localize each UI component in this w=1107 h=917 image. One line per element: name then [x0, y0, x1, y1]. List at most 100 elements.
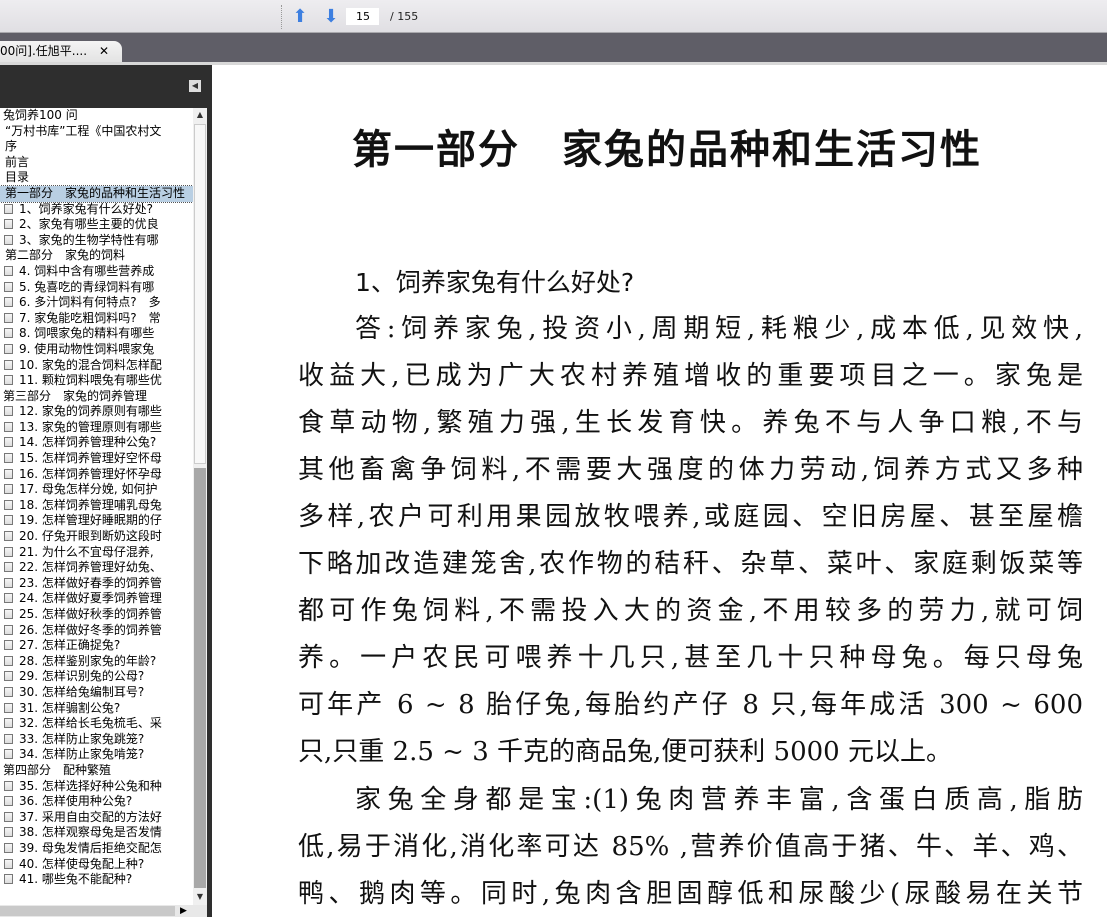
outline-item[interactable]: 29. 怎样识别兔的公母? [0, 669, 193, 685]
question-heading: 1、饲养家兔有什么好处? [355, 268, 635, 297]
outline-item[interactable]: 11. 颗粒饲料喂兔有哪些优 [0, 373, 193, 389]
page-icon [4, 749, 13, 760]
outline-horizontal-scrollbar[interactable]: ▶ [0, 905, 207, 917]
outline-item[interactable]: 41. 哪些兔不能配种? [0, 872, 193, 888]
outline-item[interactable]: 8. 饲喂家兔的精料有哪些 [0, 326, 193, 342]
outline-item[interactable]: 目录 [0, 170, 193, 186]
outline-item[interactable]: 27. 怎样正确捉兔? [0, 638, 193, 654]
outline-item[interactable]: “万村书库”工程《中国农村文 [0, 124, 193, 140]
outline-item[interactable]: 第一部分 家兔的品种和生活习性 [0, 184, 193, 203]
outline-item[interactable]: 18. 怎样饲养管理哺乳母兔 [0, 498, 193, 514]
outline-item-label: 41. 哪些兔不能配种? [19, 872, 133, 887]
outline-item[interactable]: 20. 仔兔开眼到断奶这段时 [0, 529, 193, 545]
outline-item-label: 27. 怎样正确捉兔? [19, 638, 121, 653]
outline-vertical-scrollbar[interactable]: ▲ ▼ [193, 108, 207, 905]
outline-item[interactable]: 5. 兔喜吃的青绿饲料有哪 [0, 280, 193, 296]
scrollbar-track[interactable] [194, 468, 206, 888]
outline-item[interactable]: 21. 为什么不宜母仔混养, [0, 545, 193, 561]
page-icon [4, 811, 13, 822]
outline-item[interactable]: 序 [0, 139, 193, 155]
outline-item[interactable]: 15. 怎样饲养管理好空怀母 [0, 451, 193, 467]
outline-item[interactable]: 2、家兔有哪些主要的优良 [0, 217, 193, 233]
document-tab[interactable]: 00问].任旭平.... ✕ [0, 41, 122, 63]
page-icon [4, 515, 13, 526]
page-icon [4, 406, 13, 417]
outline-item[interactable]: 35. 怎样选择好种公兔和种 [0, 779, 193, 795]
outline-item-label: 30. 怎样给兔编制耳号? [19, 684, 145, 699]
scroll-down-icon[interactable]: ▼ [193, 890, 207, 904]
outline-item-label: 9. 使用动物性饲料喂家兔 [19, 341, 155, 356]
body-text-line: 收益大,已成为广大农村养殖增收的重要项目之一。家兔是 [298, 361, 1083, 391]
outline-item[interactable]: 33. 怎样防止家兔跳笼? [0, 732, 193, 748]
outline-item[interactable]: 1、饲养家兔有什么好处? [0, 202, 193, 218]
outline-item-label: 34. 怎样防止家兔啃笼? [19, 747, 145, 762]
outline-item-label: 5. 兔喜吃的青绿饲料有哪 [19, 279, 155, 294]
outline-item[interactable]: 16. 怎样饲养管理好怀孕母 [0, 467, 193, 483]
collapse-sidebar-icon[interactable]: ◀ [189, 80, 201, 92]
outline-item[interactable]: 4. 饲料中含有哪些营养成 [0, 264, 193, 280]
outline-item-label: 13. 家兔的管理原则有哪些 [19, 419, 162, 434]
page-total: / 155 [390, 10, 419, 23]
scrollbar-thumb[interactable] [194, 124, 206, 464]
outline-item[interactable]: 13. 家兔的管理原则有哪些 [0, 420, 193, 436]
page-icon [4, 780, 13, 791]
toolbar: ⬆ ⬇ / 155 [0, 0, 1107, 33]
outline-item[interactable]: 7. 家兔能吃粗饲料吗? 常 [0, 311, 193, 327]
outline-item-label: 33. 怎样防止家兔跳笼? [19, 731, 145, 746]
outline-item[interactable]: 40. 怎样使母兔配上种? [0, 857, 193, 873]
outline-item[interactable]: 36. 怎样使用种公兔? [0, 794, 193, 810]
page-icon [4, 484, 13, 495]
outline-item[interactable]: 19. 怎样管理好睡眠期的仔 [0, 513, 193, 529]
outline-item[interactable]: 26. 怎样做好冬季的饲养管 [0, 623, 193, 639]
scroll-up-icon[interactable]: ▲ [193, 108, 207, 122]
outline-item[interactable]: 第三部分 家兔的饲养管理 [0, 389, 193, 405]
close-tab-icon[interactable]: ✕ [99, 41, 109, 61]
body-text-line: 可年产 6 ~ 8 胎仔兔,每胎约产仔 8 只,每年成活 300 ~ 600 [298, 690, 1083, 720]
outline-item[interactable]: 28. 怎样鉴别家兔的年龄? [0, 654, 193, 670]
outline-item[interactable]: 23. 怎样做好春季的饲养管 [0, 576, 193, 592]
outline-item[interactable]: 第四部分 配种繁殖 [0, 763, 193, 779]
outline-item-label: 35. 怎样选择好种公兔和种 [19, 778, 162, 793]
outline-item[interactable]: 32. 怎样给长毛兔梳毛、采 [0, 716, 193, 732]
page-icon [4, 234, 13, 245]
sidebar-header: ◀ [0, 65, 207, 108]
outline-item[interactable]: 3、家兔的生物学特性有哪 [0, 233, 193, 249]
outline-item[interactable]: 24. 怎样做好夏季饲养管理 [0, 591, 193, 607]
outline-item-label: 15. 怎样饲养管理好空怀母 [19, 451, 162, 466]
outline-item[interactable]: 34. 怎样防止家兔啃笼? [0, 747, 193, 763]
page-icon [4, 421, 13, 432]
scroll-right-icon[interactable]: ▶ [180, 905, 187, 917]
page-icon [4, 359, 13, 370]
outline-item[interactable]: 25. 怎样做好秋季的饲养管 [0, 607, 193, 623]
outline-item[interactable]: 39. 母兔发情后拒绝交配怎 [0, 841, 193, 857]
page-icon [4, 453, 13, 464]
page-icon [4, 468, 13, 479]
outline-item[interactable]: 12. 家兔的饲养原则有哪些 [0, 404, 193, 420]
outline-item[interactable]: 30. 怎样给兔编制耳号? [0, 685, 193, 701]
page-icon [4, 671, 13, 682]
outline-item[interactable]: 6. 多汁饲料有何特点? 多 [0, 295, 193, 311]
page-icon [4, 375, 13, 386]
outline-item[interactable]: 10. 家兔的混合饲料怎样配 [0, 358, 193, 374]
outline-item[interactable]: 38. 怎样观察母兔是否发情 [0, 825, 193, 841]
body-text-line: 家兔全身都是宝:(1)兔肉营养丰富,含蛋白质高,脂肪 [355, 785, 1083, 815]
body-text-line: 养。一户农民可喂养十几只,甚至几十只种母兔。每只母兔 [298, 643, 1083, 673]
page-icon [4, 437, 13, 448]
page-number-input[interactable] [346, 8, 379, 25]
outline-item[interactable]: 37. 采用自由交配的方法好 [0, 810, 193, 826]
outline-item[interactable]: 兔饲养100 问 [0, 108, 193, 124]
outline-item[interactable]: 9. 使用动物性饲料喂家兔 [0, 342, 193, 358]
previous-page-arrow-icon[interactable]: ⬆ [289, 7, 311, 27]
next-page-arrow-icon[interactable]: ⬇ [320, 7, 342, 27]
page-icon [4, 562, 13, 573]
outline-item[interactable]: 前言 [0, 155, 193, 171]
outline-item[interactable]: 22. 怎样饲养管理好幼兔、 [0, 560, 193, 576]
outline-item[interactable]: 第二部分 家兔的饲料 [0, 248, 193, 264]
page-icon [4, 546, 13, 557]
outline-item[interactable]: 17. 母兔怎样分娩, 如何护 [0, 482, 193, 498]
outline-item-label: 目录 [5, 170, 30, 185]
outline-item[interactable]: 14. 怎样饲养管理种公兔? [0, 435, 193, 451]
body-text-line: 都可作兔饲料,不需投入大的资金,不用较多的劳力,就可饲 [298, 596, 1083, 626]
outline-item[interactable]: 31. 怎样骟割公兔? [0, 701, 193, 717]
horizontal-scrollbar-thumb[interactable] [0, 906, 175, 916]
